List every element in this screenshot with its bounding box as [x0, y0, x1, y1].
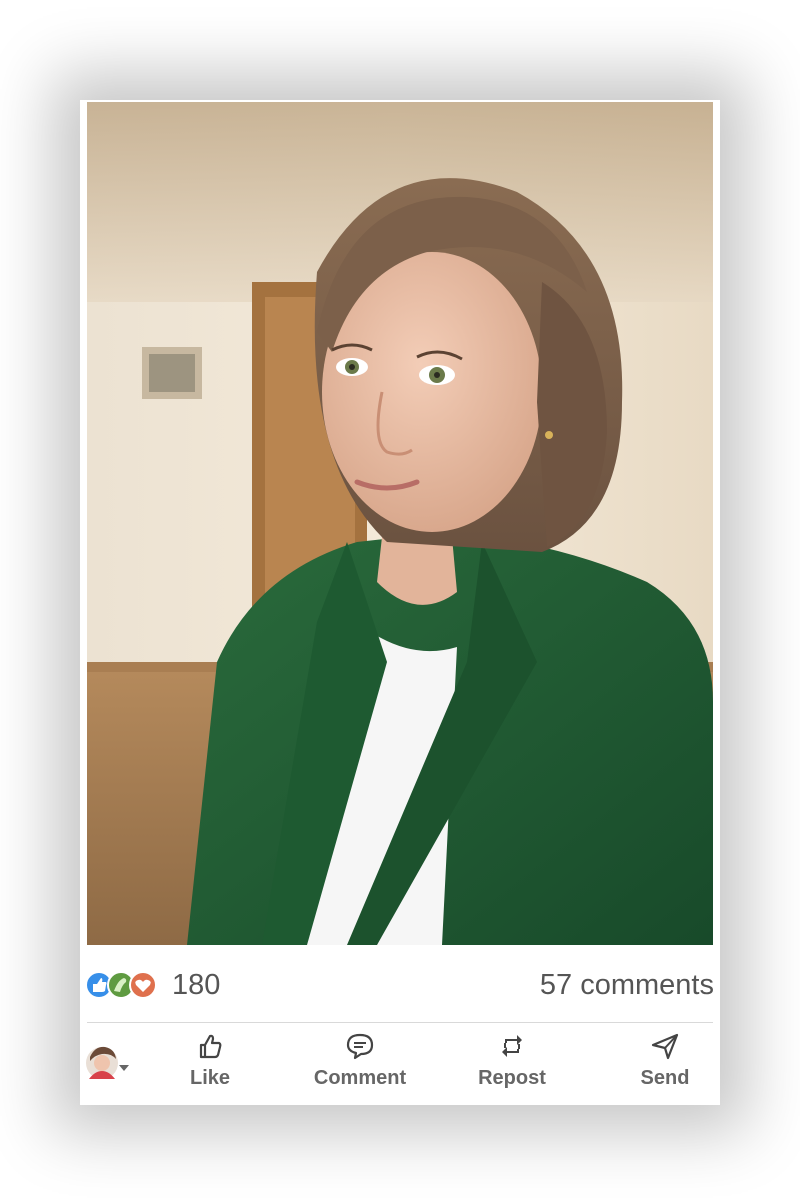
like-button[interactable]: Like	[150, 1031, 270, 1095]
actor-avatar-switcher[interactable]	[85, 1043, 135, 1083]
social-counts-bar: 180 57 comments	[80, 945, 720, 1023]
comments-count[interactable]: 57 comments	[540, 969, 714, 1002]
post-card: 180 57 comments Like Comment Repost Send	[80, 100, 720, 1105]
comment-button[interactable]: Comment	[300, 1031, 420, 1095]
reactions-icons[interactable]	[85, 970, 165, 1000]
comment-icon	[346, 1033, 374, 1060]
send-label: Send	[640, 1067, 690, 1089]
love-reaction-icon	[129, 971, 157, 999]
send-button[interactable]: Send	[605, 1031, 720, 1095]
reaction-count[interactable]: 180	[172, 969, 220, 1002]
comment-label: Comment	[313, 1067, 407, 1089]
thumbs-up-icon	[199, 1034, 222, 1059]
chevron-down-icon	[119, 1065, 129, 1071]
repost-button[interactable]: Repost	[452, 1031, 572, 1095]
repost-icon	[502, 1035, 522, 1057]
repost-label: Repost	[478, 1067, 546, 1089]
send-icon	[651, 1033, 679, 1060]
portrait-image	[87, 102, 713, 945]
avatar	[86, 1046, 118, 1079]
divider	[87, 1022, 713, 1023]
social-actions-bar: Like Comment Repost Send	[80, 1025, 720, 1105]
post-photo[interactable]	[87, 102, 713, 945]
like-label: Like	[189, 1067, 231, 1089]
